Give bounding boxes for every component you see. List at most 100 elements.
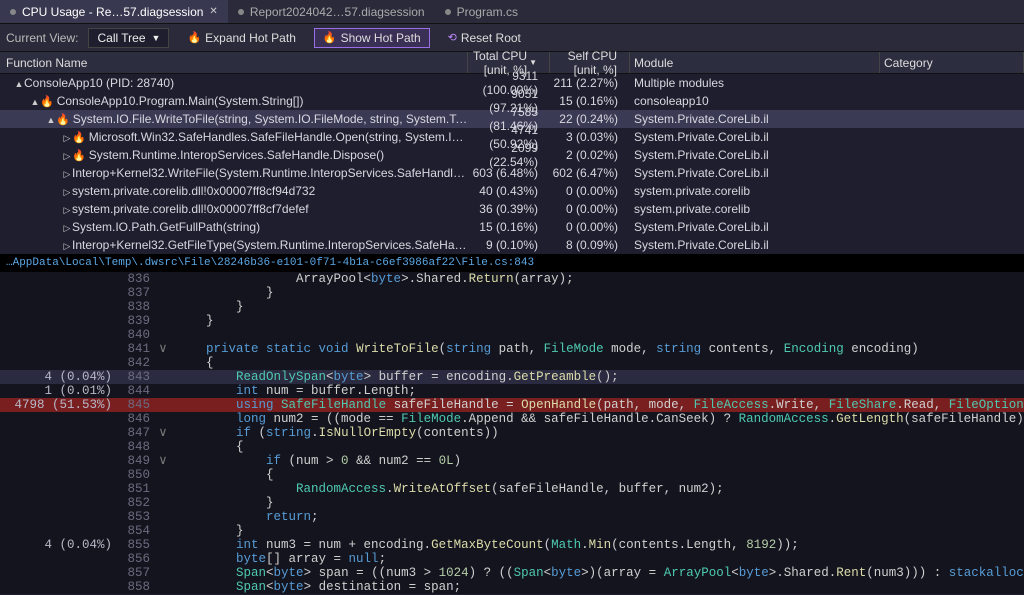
total-cpu-cell: 36 (0.39%) (468, 202, 550, 216)
expand-toggle-icon[interactable]: ▷ (62, 169, 72, 180)
module-cell: consoleapp10 (630, 94, 880, 108)
document-tab[interactable]: Program.cs (435, 0, 528, 23)
fold-toggle-icon[interactable]: ∨ (156, 426, 170, 440)
code-line[interactable]: 847∨ if (string.IsNullOrEmpty(contents)) (0, 426, 1024, 440)
current-view-dropdown[interactable]: Call Tree ▼ (88, 28, 169, 48)
cpu-metric-gutter (0, 440, 120, 454)
cpu-metric-gutter (0, 468, 120, 482)
fold-toggle-icon[interactable]: ∨ (156, 454, 170, 468)
expand-toggle-icon[interactable]: ▲ (46, 115, 56, 125)
reset-root-button[interactable]: ⟲ Reset Root (440, 28, 529, 48)
code-line[interactable]: 852 } (0, 496, 1024, 510)
code-line[interactable]: 841∨ private static void WriteToFile(str… (0, 342, 1024, 356)
expand-toggle-icon[interactable]: ▷ (62, 133, 72, 144)
expand-toggle-icon[interactable]: ▲ (30, 97, 40, 107)
document-tab[interactable]: Report2024042…57.diagsession (228, 0, 435, 23)
close-icon[interactable]: ✕ (209, 6, 217, 17)
code-text: int num = buffer.Length; (170, 384, 1024, 398)
code-line[interactable]: 850 { (0, 468, 1024, 482)
code-text: RandomAccess.WriteAtOffset(safeFileHandl… (170, 482, 1024, 496)
line-number-gutter: 837 (120, 286, 156, 300)
fold-toggle-icon (156, 300, 170, 314)
line-number-gutter: 844 (120, 384, 156, 398)
fold-toggle-icon (156, 328, 170, 342)
code-line[interactable]: 848 { (0, 440, 1024, 454)
fold-toggle-icon (156, 440, 170, 454)
cpu-metric-gutter (0, 580, 120, 594)
col-self-cpu[interactable]: Self CPU [unit, %] (550, 52, 630, 73)
line-number-gutter: 851 (120, 482, 156, 496)
cpu-metric-gutter: 4798 (51.53%) (0, 398, 120, 412)
expand-toggle-icon[interactable]: ▷ (62, 241, 72, 252)
col-category[interactable]: Category (880, 52, 1024, 73)
calltree-function-name: ▷System.IO.Path.GetFullPath(string) (0, 220, 468, 234)
code-line[interactable]: 4798 (51.53%)845 using SafeFileHandle sa… (0, 398, 1024, 412)
code-line[interactable]: 4 (0.04%)855 int num3 = num + encoding.G… (0, 538, 1024, 552)
fold-toggle-icon[interactable]: ∨ (156, 342, 170, 356)
source-code-viewer[interactable]: 836 ArrayPool<byte>.Shared.Return(array)… (0, 272, 1024, 594)
code-line[interactable]: 849∨ if (num > 0 && num2 == 0L) (0, 454, 1024, 468)
self-cpu-cell: 22 (0.24%) (550, 112, 630, 126)
line-number-gutter: 858 (120, 580, 156, 594)
line-number-gutter: 840 (120, 328, 156, 342)
code-line[interactable]: 851 RandomAccess.WriteAtOffset(safeFileH… (0, 482, 1024, 496)
code-line[interactable]: 856 byte[] array = null; (0, 552, 1024, 566)
total-cpu-cell: 9 (0.10%) (468, 238, 550, 252)
line-number-gutter: 839 (120, 314, 156, 328)
cpu-metric-gutter (0, 566, 120, 580)
calltree-row[interactable]: ▷🔥System.Runtime.InteropServices.SafeHan… (0, 146, 1024, 164)
calltree-function-name: ▷system.private.corelib.dll!0x00007ff8cf… (0, 202, 468, 216)
code-line[interactable]: 839 } (0, 314, 1024, 328)
self-cpu-cell: 15 (0.16%) (550, 94, 630, 108)
calltree-row[interactable]: ▷Interop+Kernel32.GetFileType(System.Run… (0, 236, 1024, 254)
cpu-metric-gutter (0, 454, 120, 468)
code-line[interactable]: 838 } (0, 300, 1024, 314)
code-line[interactable]: 842 { (0, 356, 1024, 370)
expand-toggle-icon[interactable]: ▷ (62, 205, 72, 216)
flame-icon: 🔥 (72, 132, 86, 144)
code-text: { (170, 356, 1024, 370)
code-line[interactable]: 1 (0.01%)844 int num = buffer.Length; (0, 384, 1024, 398)
code-line[interactable]: 854 } (0, 524, 1024, 538)
module-cell: Multiple modules (630, 76, 880, 90)
code-text: ArrayPool<byte>.Shared.Return(array); (170, 272, 1024, 286)
code-line[interactable]: 857 Span<byte> span = ((num3 > 1024) ? (… (0, 566, 1024, 580)
calltree-row[interactable]: ▷system.private.corelib.dll!0x00007ff8cf… (0, 182, 1024, 200)
expand-toggle-icon[interactable]: ▷ (62, 151, 72, 162)
line-number-gutter: 855 (120, 538, 156, 552)
line-number-gutter: 838 (120, 300, 156, 314)
code-line[interactable]: 4 (0.04%)843 ReadOnlySpan<byte> buffer =… (0, 370, 1024, 384)
line-number-gutter: 856 (120, 552, 156, 566)
tab-label: CPU Usage - Re…57.diagsession (22, 5, 203, 19)
calltree-row[interactable]: ▷System.IO.Path.GetFullPath(string)15 (0… (0, 218, 1024, 236)
document-tabstrip: CPU Usage - Re…57.diagsession ✕ Report2024… (0, 0, 1024, 24)
code-text: Span<byte> destination = span; (170, 580, 1024, 594)
code-line[interactable]: 836 ArrayPool<byte>.Shared.Return(array)… (0, 272, 1024, 286)
flame-icon: 🔥 (323, 31, 337, 44)
self-cpu-cell: 0 (0.00%) (550, 184, 630, 198)
fold-toggle-icon (156, 286, 170, 300)
code-line[interactable]: 853 return; (0, 510, 1024, 524)
calltree-row[interactable]: ▷Interop+Kernel32.WriteFile(System.Runti… (0, 164, 1024, 182)
code-line[interactable]: 858 Span<byte> destination = span; (0, 580, 1024, 594)
expand-toggle-icon[interactable]: ▷ (62, 187, 72, 198)
calltree-function-name: ▷Interop+Kernel32.WriteFile(System.Runti… (0, 166, 468, 180)
col-function-name[interactable]: Function Name (0, 52, 468, 73)
calltree-function-name: ▷system.private.corelib.dll!0x00007ff8cf… (0, 184, 468, 198)
cpu-metric-gutter (0, 482, 120, 496)
document-tab[interactable]: CPU Usage - Re…57.diagsession ✕ (0, 0, 228, 23)
expand-toggle-icon[interactable]: ▲ (14, 79, 24, 89)
module-cell: System.Private.CoreLib.il (630, 220, 880, 234)
code-text: } (170, 314, 1024, 328)
col-module[interactable]: Module (630, 52, 880, 73)
cpu-metric-gutter (0, 552, 120, 566)
calltree-row[interactable]: ▷system.private.corelib.dll!0x00007ff8cf… (0, 200, 1024, 218)
code-line[interactable]: 837 } (0, 286, 1024, 300)
calltree-function-name: ▷🔥System.Runtime.InteropServices.SafeHan… (0, 148, 468, 162)
expand-toggle-icon[interactable]: ▷ (62, 223, 72, 234)
show-hot-path-button[interactable]: 🔥 Show Hot Path (314, 28, 430, 48)
code-line[interactable]: 846 long num2 = ((mode == FileMode.Appen… (0, 412, 1024, 426)
expand-hot-path-button[interactable]: 🔥 Expand Hot Path (179, 28, 303, 48)
code-text: } (170, 496, 1024, 510)
code-line[interactable]: 840 (0, 328, 1024, 342)
